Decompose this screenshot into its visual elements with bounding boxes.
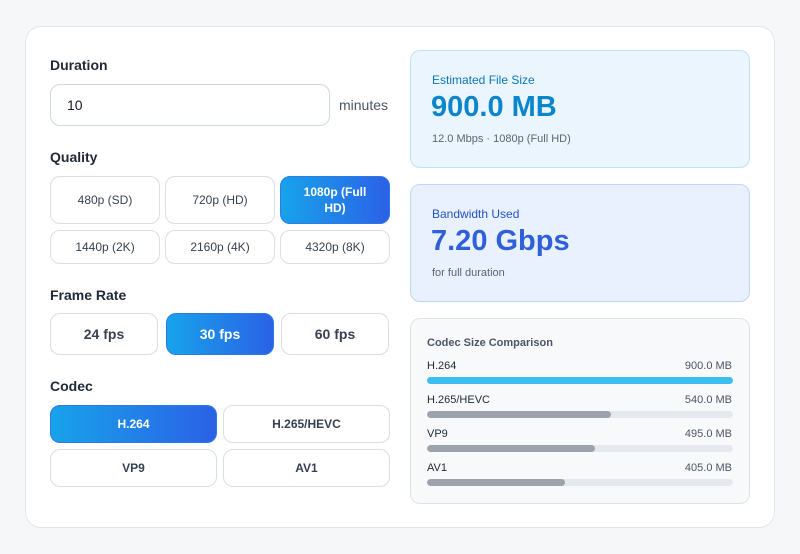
file-size-value: 900.0 MB [431, 91, 557, 123]
codec-option-h264[interactable]: H.264 [50, 405, 217, 443]
file-size-details: 12.0 Mbps · 1080p (Full HD) [432, 133, 571, 145]
quality-option-1080p[interactable]: 1080p (Full HD) [280, 176, 390, 224]
comparison-title: Codec Size Comparison [427, 337, 553, 349]
comparison-size-av1: 405.0 MB [684, 462, 732, 474]
quality-option-720p[interactable]: 720p (HD) [165, 176, 275, 224]
bandwidth-details: for full duration [432, 267, 505, 279]
quality-label: Quality [50, 149, 98, 165]
comparison-track-h265 [427, 411, 733, 418]
comparison-bar-vp9 [427, 445, 596, 452]
comparison-size-vp9: 495.0 MB [684, 428, 732, 440]
fps-option-30[interactable]: 30 fps [166, 313, 274, 355]
comparison-name-h264: H.264 [427, 360, 457, 372]
bandwidth-title: Bandwidth Used [432, 207, 520, 221]
quality-option-480p[interactable]: 480p (SD) [50, 176, 160, 224]
frame-rate-label: Frame Rate [50, 287, 127, 303]
comparison-bar-av1 [427, 479, 565, 486]
comparison-bar-h264 [427, 377, 733, 384]
quality-option-4320p[interactable]: 4320p (8K) [280, 230, 390, 264]
comparison-track-av1 [427, 479, 733, 486]
codec-option-h265[interactable]: H.265/HEVC [223, 405, 390, 443]
bandwidth-panel: Bandwidth Used 7.20 Gbps for full durati… [410, 184, 750, 302]
duration-label: Duration [50, 57, 108, 73]
comparison-name-h265: H.265/HEVC [427, 394, 490, 406]
duration-input[interactable]: 10 [50, 84, 330, 126]
comparison-track-vp9 [427, 445, 733, 452]
comparison-name-av1: AV1 [427, 462, 447, 474]
codec-option-av1[interactable]: AV1 [223, 449, 390, 487]
fps-option-24[interactable]: 24 fps [50, 313, 158, 355]
codec-option-vp9[interactable]: VP9 [50, 449, 217, 487]
comparison-track-h264 [427, 377, 733, 384]
comparison-size-h264: 900.0 MB [684, 360, 732, 372]
codec-comparison-panel: Codec Size Comparison H.264 900.0 MB H.2… [410, 318, 750, 504]
codec-label: Codec [50, 378, 93, 394]
comparison-size-h265: 540.0 MB [684, 394, 732, 406]
comparison-bar-h265 [427, 411, 611, 418]
quality-option-1440p[interactable]: 1440p (2K) [50, 230, 160, 264]
file-size-panel: Estimated File Size 900.0 MB 12.0 Mbps ·… [410, 50, 750, 168]
bandwidth-value: 7.20 Gbps [431, 225, 570, 257]
quality-option-2160p[interactable]: 2160p (4K) [165, 230, 275, 264]
fps-option-60[interactable]: 60 fps [281, 313, 389, 355]
comparison-name-vp9: VP9 [427, 428, 448, 440]
duration-unit: minutes [339, 97, 389, 113]
file-size-title: Estimated File Size [432, 73, 535, 87]
